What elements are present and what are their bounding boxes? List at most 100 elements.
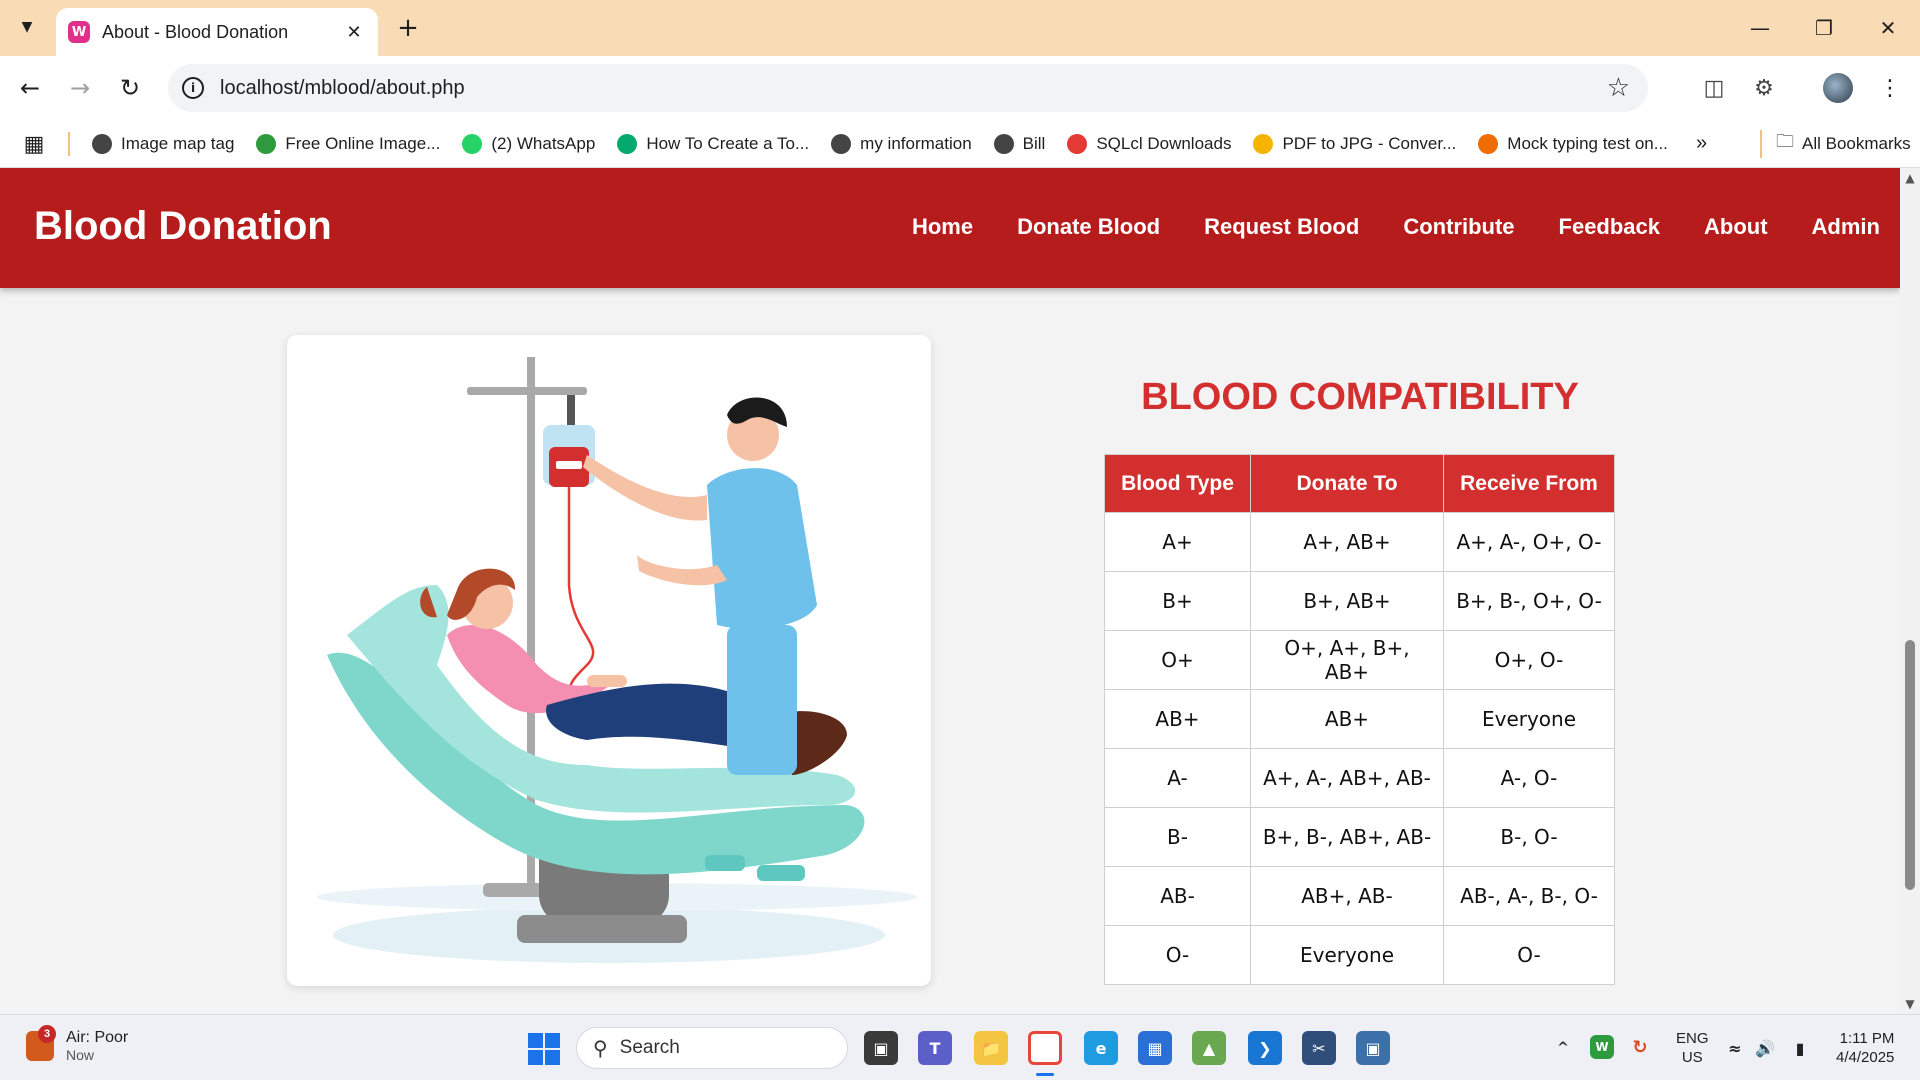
teams-icon[interactable]: T bbox=[918, 1031, 952, 1065]
chrome-icon[interactable] bbox=[1028, 1031, 1062, 1065]
file-explorer-icon[interactable]: 📁 bbox=[974, 1031, 1008, 1065]
table-row: A+ A+, AB+ A+, A-, O+, O- bbox=[1104, 512, 1615, 572]
start-windows-icon[interactable] bbox=[528, 1033, 560, 1065]
url-text[interactable]: localhost/mblood/about.php bbox=[220, 77, 1607, 100]
extension-shield-icon[interactable]: ◫ bbox=[1696, 70, 1732, 106]
nav-link-home[interactable]: Home bbox=[912, 214, 973, 240]
more-bookmarks-icon[interactable]: » bbox=[1696, 132, 1707, 155]
wamp-tray-icon[interactable]: W bbox=[1590, 1035, 1614, 1059]
menu-kebab-icon[interactable]: ⋮ bbox=[1872, 70, 1908, 106]
cell-donate-to: B+, AB+ bbox=[1250, 571, 1444, 631]
taskbar-search[interactable]: ⚲ Search bbox=[576, 1027, 848, 1069]
address-bar[interactable]: i localhost/mblood/about.php ☆ bbox=[168, 64, 1648, 112]
cell-blood-type: A+ bbox=[1104, 512, 1251, 572]
active-tab[interactable]: W About - Blood Donation ✕ bbox=[56, 8, 378, 56]
cell-receive-from: A+, A-, O+, O- bbox=[1443, 512, 1615, 572]
bookmark-label: my information bbox=[860, 133, 972, 153]
battery-icon[interactable]: ▮ bbox=[1786, 1035, 1814, 1061]
scroll-up-icon[interactable]: ▲ bbox=[1904, 172, 1916, 184]
minimize-button[interactable]: — bbox=[1742, 10, 1778, 46]
tab-title: About - Blood Donation bbox=[102, 21, 289, 42]
bookmark-star-icon[interactable]: ☆ bbox=[1607, 73, 1630, 103]
web-page: Blood Donation Home Donate Blood Request B… bbox=[0, 168, 1900, 1014]
cell-blood-type: A- bbox=[1104, 748, 1251, 808]
nav-link-about[interactable]: About bbox=[1704, 214, 1768, 240]
snipping-tool-icon[interactable]: ✂ bbox=[1302, 1031, 1336, 1065]
nav-link-admin[interactable]: Admin bbox=[1812, 214, 1880, 240]
system-clock[interactable]: 1:11 PM 4/4/2025 bbox=[1836, 1029, 1894, 1067]
bookmark-item[interactable]: How To Create a To... bbox=[617, 133, 810, 154]
wifi-icon[interactable]: ≈ bbox=[1722, 1035, 1748, 1061]
extensions-puzzle-icon[interactable]: ⚙ bbox=[1746, 70, 1782, 106]
cell-blood-type: B- bbox=[1104, 807, 1251, 867]
store-icon[interactable]: ▦ bbox=[1138, 1031, 1172, 1065]
back-button[interactable]: ← bbox=[12, 70, 48, 106]
header-donate-to: Donate To bbox=[1250, 454, 1444, 513]
bookmark-item[interactable]: PDF to JPG - Conver... bbox=[1253, 133, 1456, 154]
profile-avatar[interactable] bbox=[1820, 70, 1856, 106]
nav-link-feedback[interactable]: Feedback bbox=[1559, 214, 1661, 240]
bookmark-item[interactable]: SQLcl Downloads bbox=[1067, 133, 1232, 154]
nav-link-donate-blood[interactable]: Donate Blood bbox=[1017, 214, 1160, 240]
bookmark-label: SQLcl Downloads bbox=[1096, 133, 1232, 153]
restore-button[interactable]: ❐ bbox=[1806, 10, 1842, 46]
virtualbox-icon[interactable]: ▣ bbox=[1356, 1031, 1390, 1065]
vscode-icon[interactable]: ❯ bbox=[1248, 1031, 1282, 1065]
close-window-button[interactable]: ✕ bbox=[1870, 10, 1906, 46]
donation-illustration-svg bbox=[317, 357, 917, 963]
bookmark-item[interactable]: my information bbox=[831, 133, 972, 154]
scroll-down-icon[interactable]: ▼ bbox=[1904, 998, 1916, 1010]
close-tab-icon[interactable]: ✕ bbox=[342, 22, 366, 43]
page-scrollbar[interactable]: ▲ ▼ bbox=[1900, 168, 1920, 1014]
bookmark-label: How To Create a To... bbox=[646, 133, 810, 153]
cell-blood-type: AB- bbox=[1104, 866, 1251, 926]
image-icon bbox=[256, 133, 277, 154]
sync-tray-icon[interactable]: ↻ bbox=[1628, 1035, 1652, 1059]
site-nav: Home Donate Blood Request Blood Contribute F… bbox=[868, 214, 1880, 240]
bookmark-item[interactable]: Mock typing test on... bbox=[1478, 133, 1668, 154]
table-row: O+ O+, A+, B+, AB+ O+, O- bbox=[1104, 630, 1615, 690]
cell-receive-from: O+, O- bbox=[1443, 630, 1615, 690]
bookmark-item[interactable]: Image map tag bbox=[92, 133, 234, 154]
cell-receive-from: B+, B-, O+, O- bbox=[1443, 571, 1615, 631]
language-indicator[interactable]: ENG US bbox=[1676, 1029, 1709, 1067]
cell-blood-type: O+ bbox=[1104, 630, 1251, 690]
forward-button[interactable]: → bbox=[62, 70, 98, 106]
bookmark-label: Mock typing test on... bbox=[1507, 133, 1668, 153]
nav-link-request-blood[interactable]: Request Blood bbox=[1204, 214, 1359, 240]
apps-grid-icon[interactable]: ▦ bbox=[0, 131, 70, 156]
show-hidden-icons[interactable]: ^ bbox=[1552, 1037, 1574, 1059]
all-bookmarks-button[interactable]: 🗀 All Bookmarks bbox=[1760, 130, 1911, 158]
cell-blood-type: AB+ bbox=[1104, 689, 1251, 749]
up-icon bbox=[1478, 133, 1499, 154]
cell-donate-to: Everyone bbox=[1250, 925, 1444, 985]
wamp-favicon-icon: W bbox=[68, 21, 90, 43]
header-receive-from: Receive From bbox=[1443, 454, 1615, 513]
compatibility-title: BLOOD COMPATIBILITY bbox=[1141, 376, 1579, 418]
whatsapp-icon bbox=[462, 133, 483, 154]
chevron-down-icon: ▼ bbox=[21, 19, 33, 35]
pdf-icon bbox=[1253, 133, 1274, 154]
scroll-thumb[interactable] bbox=[1905, 640, 1915, 890]
weather-widget[interactable]: 3 Air: Poor Now bbox=[26, 1025, 128, 1063]
lang-line-2: US bbox=[1681, 1049, 1703, 1066]
photos-icon[interactable]: ▲ bbox=[1192, 1031, 1226, 1065]
new-tab-button[interactable]: + bbox=[392, 12, 424, 44]
edge-icon[interactable]: e bbox=[1084, 1031, 1118, 1065]
lang-line-1: ENG bbox=[1676, 1030, 1709, 1047]
avatar bbox=[1823, 73, 1853, 103]
table-row: A- A+, A-, AB+, AB- A-, O- bbox=[1104, 748, 1615, 808]
bookmark-item[interactable]: Bill bbox=[993, 133, 1045, 154]
task-view-icon[interactable]: ▣ bbox=[864, 1031, 898, 1065]
bookmark-item[interactable]: (2) WhatsApp bbox=[462, 133, 595, 154]
cell-blood-type: O- bbox=[1104, 925, 1251, 985]
site-brand[interactable]: Blood Donation bbox=[34, 204, 332, 249]
tab-search-button[interactable]: ▼ bbox=[10, 10, 44, 44]
site-info-icon[interactable]: i bbox=[182, 77, 204, 99]
nav-link-contribute[interactable]: Contribute bbox=[1403, 214, 1514, 240]
bookmark-item[interactable]: Free Online Image... bbox=[256, 133, 440, 154]
windows-taskbar: 3 Air: Poor Now ⚲ Search ▣ T 📁 e ▦ ▲ ❯ ✂… bbox=[0, 1014, 1920, 1080]
blood-donation-illustration bbox=[287, 335, 931, 986]
reload-button[interactable]: ↻ bbox=[112, 70, 148, 106]
volume-icon[interactable]: 🔊 bbox=[1752, 1035, 1778, 1061]
